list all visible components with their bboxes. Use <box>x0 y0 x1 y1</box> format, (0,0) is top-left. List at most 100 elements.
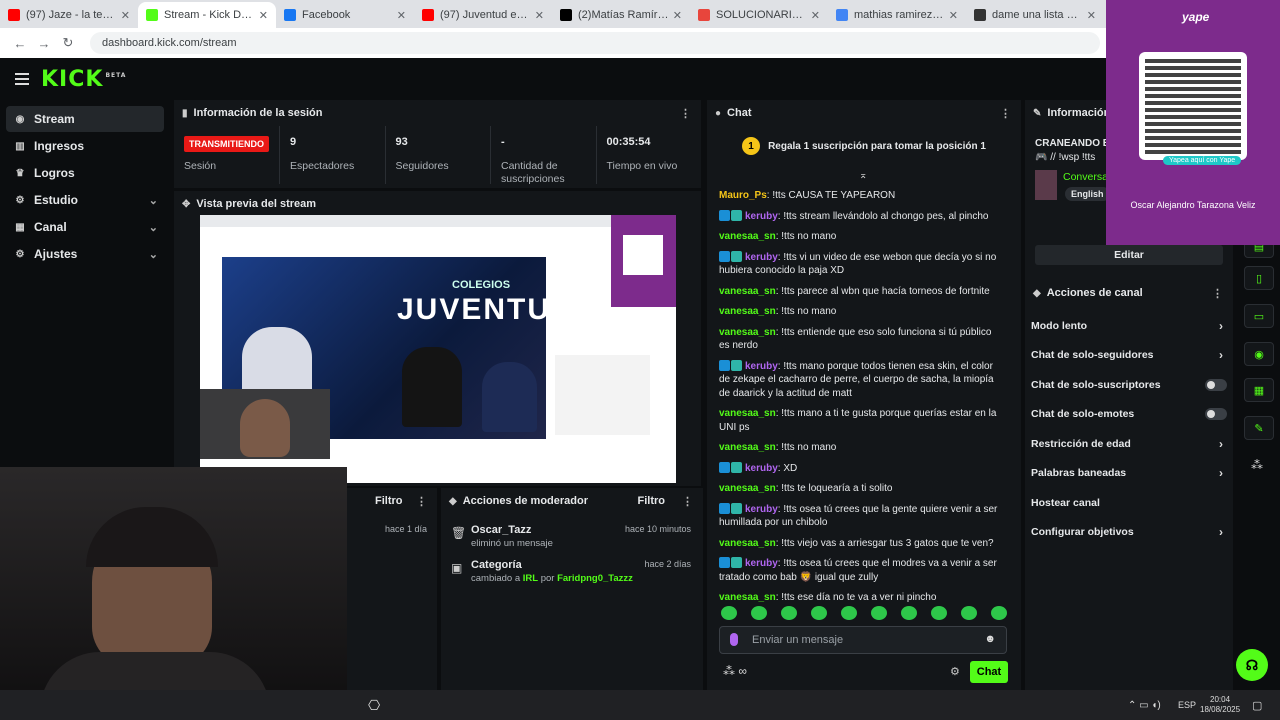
emoji-icon[interactable]: ☻ <box>984 633 996 645</box>
close-icon[interactable]: ✕ <box>673 9 682 22</box>
browser-tab[interactable]: (2)Matías Ramírez Carran ✕ <box>552 2 690 28</box>
toggle-switch[interactable] <box>1205 378 1227 391</box>
filter-button[interactable]: Filtro <box>375 495 403 507</box>
browser-tab[interactable]: Stream - Kick Dashboard ✕ <box>138 2 276 28</box>
close-icon[interactable]: ✕ <box>121 9 130 22</box>
chat-username[interactable]: vanesaa_sn <box>719 286 776 297</box>
app-icon[interactable]: ⎔ <box>368 697 380 714</box>
channel-action-item[interactable]: Palabras baneadas › <box>1025 459 1233 489</box>
close-icon[interactable]: ✕ <box>811 9 820 22</box>
kick-logo[interactable]: KICK BETA <box>41 67 126 92</box>
chat-username[interactable]: vanesaa_sn <box>719 538 776 549</box>
notification-icon[interactable]: ▢ <box>1252 699 1262 712</box>
rail-broadcast-icon[interactable]: ◉ <box>1244 342 1274 366</box>
chat-username[interactable]: vanesaa_sn <box>719 592 776 603</box>
chat-username[interactable]: vanesaa_sn <box>719 327 776 338</box>
rail-phone-icon[interactable]: ▯ <box>1244 266 1274 290</box>
sidebar-item-ajustes[interactable]: ⚙ Ajustes ⌄ <box>6 241 164 267</box>
chat-username[interactable]: keruby <box>745 252 778 263</box>
emote-icon[interactable] <box>871 606 887 620</box>
chat-username[interactable]: vanesaa_sn <box>719 408 776 419</box>
chat-username[interactable]: keruby <box>745 463 778 474</box>
rail-chat-icon[interactable]: ▭ <box>1244 304 1274 328</box>
chat-settings-icon[interactable]: ⚙ <box>950 665 960 678</box>
back-icon[interactable]: ← <box>8 36 32 51</box>
emote-icon[interactable] <box>721 606 737 620</box>
edit-button[interactable]: Editar <box>1035 245 1223 265</box>
close-icon[interactable]: ✕ <box>397 9 406 22</box>
channel-action-item[interactable]: Hostear canal <box>1025 488 1233 518</box>
rail-more-icon[interactable]: ⁂ <box>1251 458 1263 472</box>
channel-action-item[interactable]: Chat de solo-emotes <box>1025 400 1233 430</box>
chat-text: !tts CAUSA TE YAPEARON <box>772 190 896 201</box>
channel-action-item[interactable]: Chat de solo-seguidores › <box>1025 341 1233 371</box>
stat-session: TRANSMITIENDO Sesión <box>174 126 279 184</box>
pin-icon[interactable]: ⌅ <box>859 170 867 181</box>
url-field[interactable]: dashboard.kick.com/stream <box>90 32 1100 54</box>
preview-yape-overlay <box>611 215 676 307</box>
gift-sub-banner[interactable]: 1 Regala 1 suscripción para tomar la pos… <box>707 126 1021 166</box>
channel-action-item[interactable]: Restricción de edad › <box>1025 429 1233 459</box>
emote-icon[interactable] <box>991 606 1007 620</box>
emote-icon[interactable] <box>781 606 797 620</box>
emote-icon[interactable] <box>841 606 857 620</box>
sidebar-item-ingresos[interactable]: ▥ Ingresos <box>6 133 164 159</box>
send-chat-button[interactable]: Chat <box>970 661 1008 683</box>
menu-icon[interactable] <box>15 73 29 85</box>
sidebar-item-estudio[interactable]: ⚙ Estudio ⌄ <box>6 187 164 213</box>
sidebar-item-canal[interactable]: ▦ Canal ⌄ <box>6 214 164 240</box>
chat-username[interactable]: vanesaa_sn <box>719 483 776 494</box>
close-icon[interactable]: ✕ <box>1087 9 1096 22</box>
emote-icon[interactable] <box>901 606 917 620</box>
browser-tab[interactable]: (97) Juventud en Órbita ✕ <box>414 2 552 28</box>
kebab-icon[interactable]: ⋮ <box>1000 107 1011 120</box>
category-name[interactable]: Conversa <box>1063 171 1108 183</box>
chat-username[interactable]: vanesaa_sn <box>719 231 776 242</box>
close-icon[interactable]: ✕ <box>949 9 958 22</box>
chevron-down-icon[interactable]: ⌄ <box>149 221 158 234</box>
emote-icon[interactable] <box>931 606 947 620</box>
emote-icon[interactable] <box>751 606 767 620</box>
tray-icons[interactable]: ⌃ ▭ ◖) <box>1128 700 1161 711</box>
channel-action-item[interactable]: Modo lento › <box>1025 311 1233 341</box>
forward-icon[interactable]: → <box>32 36 56 51</box>
chat-username[interactable]: vanesaa_sn <box>719 306 776 317</box>
browser-tab[interactable]: SOLUCIONARIO UNTELS ✕ <box>690 2 828 28</box>
close-icon[interactable]: ✕ <box>259 9 268 22</box>
kebab-icon[interactable]: ⋮ <box>416 495 427 508</box>
chat-username[interactable]: keruby <box>745 211 778 222</box>
browser-tab[interactable]: dame una lista de 5 activ ✕ <box>966 2 1104 28</box>
support-icon[interactable]: ☊ <box>1236 649 1268 681</box>
rail-layout-icon[interactable]: ▦ <box>1244 378 1274 402</box>
sidebar-item-stream[interactable]: ◉ Stream <box>6 106 164 132</box>
channel-action-item[interactable]: Chat de solo-suscriptores <box>1025 370 1233 400</box>
mic-icon[interactable] <box>730 633 738 646</box>
chat-username[interactable]: Mauro_Ps <box>719 190 767 201</box>
chat-input[interactable]: Enviar un mensaje ☻ <box>719 626 1007 654</box>
kebab-icon[interactable]: ⋮ <box>680 107 691 120</box>
chat-username[interactable]: keruby <box>745 558 778 569</box>
browser-tab[interactable]: (97) Jaze - la terminal ✕ <box>0 2 138 28</box>
browser-tab[interactable]: Facebook ✕ <box>276 2 414 28</box>
infinity-icon[interactable]: ⁂ ∞ <box>723 664 747 678</box>
channel-action-item[interactable]: Configurar objetivos › <box>1025 518 1233 548</box>
emote-icon[interactable] <box>811 606 827 620</box>
browser-tab[interactable]: mathias ramirez carranza ✕ <box>828 2 966 28</box>
reload-icon[interactable]: ↻ <box>56 35 80 51</box>
sidebar-item-logros[interactable]: ♛ Logros <box>6 160 164 186</box>
chat-username[interactable]: keruby <box>745 361 778 372</box>
chat-username[interactable]: vanesaa_sn <box>719 442 776 453</box>
tray-clock[interactable]: 20:04 18/08/2025 <box>1200 695 1240 715</box>
mod-filter-button[interactable]: Filtro <box>638 495 666 507</box>
kebab-icon[interactable]: ⋮ <box>682 495 693 508</box>
rail-wrench-icon[interactable]: ✎ <box>1244 416 1274 440</box>
chat-username[interactable]: keruby <box>745 504 778 515</box>
toggle-switch[interactable] <box>1205 408 1227 421</box>
tray-language[interactable]: ESP <box>1178 700 1196 710</box>
preview-person <box>482 362 537 432</box>
chevron-down-icon[interactable]: ⌄ <box>149 194 158 207</box>
close-icon[interactable]: ✕ <box>535 9 544 22</box>
kebab-icon[interactable]: ⋮ <box>1212 287 1223 300</box>
chevron-down-icon[interactable]: ⌄ <box>149 248 158 261</box>
emote-icon[interactable] <box>961 606 977 620</box>
